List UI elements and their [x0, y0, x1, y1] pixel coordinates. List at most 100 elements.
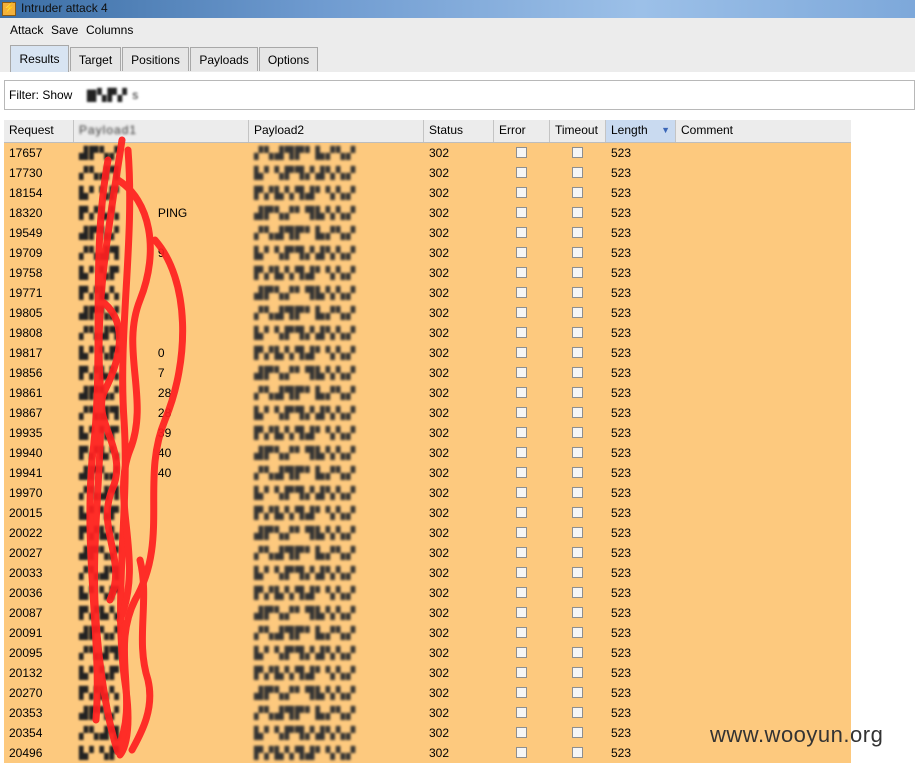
col-timeout[interactable]: Timeout: [550, 120, 606, 142]
tab-payloads[interactable]: Payloads: [190, 47, 258, 71]
timeout-checkbox[interactable]: [572, 387, 583, 398]
timeout-checkbox[interactable]: [572, 567, 583, 578]
table-row[interactable]: 20270 ▛▞▙▚ ▟▛▚▞▘▜▙▚▚▞ 302 523: [4, 683, 851, 703]
error-checkbox[interactable]: [516, 407, 527, 418]
timeout-checkbox[interactable]: [572, 667, 583, 678]
tab-positions[interactable]: Positions: [122, 47, 189, 71]
table-row[interactable]: 18320 ▛▞▙▚ PING ▟▛▚▞▘▜▙▚▚▞ 302 523: [4, 203, 851, 223]
error-checkbox[interactable]: [516, 527, 527, 538]
table-row[interactable]: 19709 ▞▚▟▜ 9 ▙▘▚▛▜▞▟▚▚▞ 302 523: [4, 243, 851, 263]
error-checkbox[interactable]: [516, 307, 527, 318]
col-status[interactable]: Status: [424, 120, 494, 142]
table-row[interactable]: 20091 ▟▛▚▞ ▞▚▟▜▛▘▙▞▚▞ 302 523: [4, 623, 851, 643]
timeout-checkbox[interactable]: [572, 227, 583, 238]
timeout-checkbox[interactable]: [572, 407, 583, 418]
table-row[interactable]: 20027 ▟▛▚▞ ▞▚▟▜▛▘▙▞▚▞ 302 523: [4, 543, 851, 563]
timeout-checkbox[interactable]: [572, 307, 583, 318]
error-checkbox[interactable]: [516, 507, 527, 518]
table-row[interactable]: 19861 ▟▛▚▞ 28 ▞▚▟▜▛▘▙▞▚▞ 302 523: [4, 383, 851, 403]
filter-bar[interactable]: Filter: Show ▇▚▛▞ s: [4, 80, 915, 110]
timeout-checkbox[interactable]: [572, 207, 583, 218]
table-row[interactable]: 18154 ▙▘▚▛ ▛▞▙▚▜▟▘▚▚▞ 302 523: [4, 183, 851, 203]
timeout-checkbox[interactable]: [572, 627, 583, 638]
timeout-checkbox[interactable]: [572, 147, 583, 158]
error-checkbox[interactable]: [516, 567, 527, 578]
error-checkbox[interactable]: [516, 707, 527, 718]
timeout-checkbox[interactable]: [572, 707, 583, 718]
tab-options[interactable]: Options: [259, 47, 318, 71]
timeout-checkbox[interactable]: [572, 647, 583, 658]
timeout-checkbox[interactable]: [572, 527, 583, 538]
timeout-checkbox[interactable]: [572, 327, 583, 338]
error-checkbox[interactable]: [516, 327, 527, 338]
timeout-checkbox[interactable]: [572, 587, 583, 598]
col-comment[interactable]: Comment: [676, 120, 851, 142]
table-row[interactable]: 19867 ▞▚▟▜ 28 ▙▘▚▛▜▞▟▚▚▞ 302 523: [4, 403, 851, 423]
timeout-checkbox[interactable]: [572, 247, 583, 258]
timeout-checkbox[interactable]: [572, 367, 583, 378]
col-request[interactable]: Request: [4, 120, 74, 142]
error-checkbox[interactable]: [516, 607, 527, 618]
table-row[interactable]: 19940 ▛▞▙▚ 40 ▟▛▚▞▘▜▙▚▚▞ 302 523: [4, 443, 851, 463]
timeout-checkbox[interactable]: [572, 607, 583, 618]
timeout-checkbox[interactable]: [572, 727, 583, 738]
table-row[interactable]: 17657 ▟▛▚▞ ▞▚▟▜▛▘▙▞▚▞ 302 523: [4, 143, 851, 163]
error-checkbox[interactable]: [516, 667, 527, 678]
error-checkbox[interactable]: [516, 147, 527, 158]
error-checkbox[interactable]: [516, 227, 527, 238]
error-checkbox[interactable]: [516, 387, 527, 398]
timeout-checkbox[interactable]: [572, 167, 583, 178]
table-row[interactable]: 20087 ▛▞▙▚ ▟▛▚▞▘▜▙▚▚▞ 302 523: [4, 603, 851, 623]
timeout-checkbox[interactable]: [572, 427, 583, 438]
error-checkbox[interactable]: [516, 287, 527, 298]
error-checkbox[interactable]: [516, 447, 527, 458]
col-payload2[interactable]: Payload2: [249, 120, 424, 142]
table-row[interactable]: 19758 ▙▘▚▛ ▛▞▙▚▜▟▘▚▚▞ 302 523: [4, 263, 851, 283]
table-row[interactable]: 19549 ▟▛▚▞ ▞▚▟▜▛▘▙▞▚▞ 302 523: [4, 223, 851, 243]
error-checkbox[interactable]: [516, 627, 527, 638]
error-checkbox[interactable]: [516, 267, 527, 278]
timeout-checkbox[interactable]: [572, 447, 583, 458]
timeout-checkbox[interactable]: [572, 687, 583, 698]
table-row[interactable]: 19941 ▟▛▚▞ 40 ▞▚▟▜▛▘▙▞▚▞ 302 523: [4, 463, 851, 483]
table-row[interactable]: 19808 ▞▚▟▜ ▙▘▚▛▜▞▟▚▚▞ 302 523: [4, 323, 851, 343]
error-checkbox[interactable]: [516, 587, 527, 598]
table-row[interactable]: 17730 ▞▚▟▜ ▙▘▚▛▜▞▟▚▚▞ 302 523: [4, 163, 851, 183]
error-checkbox[interactable]: [516, 167, 527, 178]
error-checkbox[interactable]: [516, 687, 527, 698]
table-row[interactable]: 19856 ▛▞▙▚ 7 ▟▛▚▞▘▜▙▚▚▞ 302 523: [4, 363, 851, 383]
timeout-checkbox[interactable]: [572, 487, 583, 498]
menu-save[interactable]: Save: [51, 23, 78, 37]
error-checkbox[interactable]: [516, 187, 527, 198]
timeout-checkbox[interactable]: [572, 547, 583, 558]
col-length[interactable]: Length ▼: [606, 120, 676, 142]
table-row[interactable]: 20033 ▞▚▟▜ ▙▘▚▛▜▞▟▚▚▞ 302 523: [4, 563, 851, 583]
error-checkbox[interactable]: [516, 747, 527, 758]
table-row[interactable]: 19817 ▙▘▚▛ 0 ▛▞▙▚▜▟▘▚▚▞ 302 523: [4, 343, 851, 363]
timeout-checkbox[interactable]: [572, 467, 583, 478]
tab-target[interactable]: Target: [70, 47, 121, 71]
menu-columns[interactable]: Columns: [86, 23, 133, 37]
timeout-checkbox[interactable]: [572, 747, 583, 758]
menu-attack[interactable]: Attack: [10, 23, 43, 37]
error-checkbox[interactable]: [516, 367, 527, 378]
error-checkbox[interactable]: [516, 427, 527, 438]
table-row[interactable]: 20353 ▟▛▚▞ ▞▚▟▜▛▘▙▞▚▞ 302 523: [4, 703, 851, 723]
timeout-checkbox[interactable]: [572, 507, 583, 518]
table-row[interactable]: 20095 ▞▚▟▜ ▙▘▚▛▜▞▟▚▚▞ 302 523: [4, 643, 851, 663]
error-checkbox[interactable]: [516, 207, 527, 218]
tab-results[interactable]: Results: [10, 45, 69, 72]
error-checkbox[interactable]: [516, 727, 527, 738]
table-row[interactable]: 19935 ▙▘▚▛ 39 ▛▞▙▚▜▟▘▚▚▞ 302 523: [4, 423, 851, 443]
table-row[interactable]: 20036 ▙▘▚▛ ▛▞▙▚▜▟▘▚▚▞ 302 523: [4, 583, 851, 603]
timeout-checkbox[interactable]: [572, 347, 583, 358]
timeout-checkbox[interactable]: [572, 267, 583, 278]
table-row[interactable]: 20015 ▙▘▚▛ ▛▞▙▚▜▟▘▚▚▞ 302 523: [4, 503, 851, 523]
col-payload1[interactable]: Payload1: [74, 120, 249, 142]
table-row[interactable]: 19970 ▞▚▟▜ ▙▘▚▛▜▞▟▚▚▞ 302 523: [4, 483, 851, 503]
error-checkbox[interactable]: [516, 487, 527, 498]
table-row[interactable]: 19805 ▟▛▚▞ ▞▚▟▜▛▘▙▞▚▞ 302 523: [4, 303, 851, 323]
error-checkbox[interactable]: [516, 647, 527, 658]
timeout-checkbox[interactable]: [572, 187, 583, 198]
error-checkbox[interactable]: [516, 467, 527, 478]
